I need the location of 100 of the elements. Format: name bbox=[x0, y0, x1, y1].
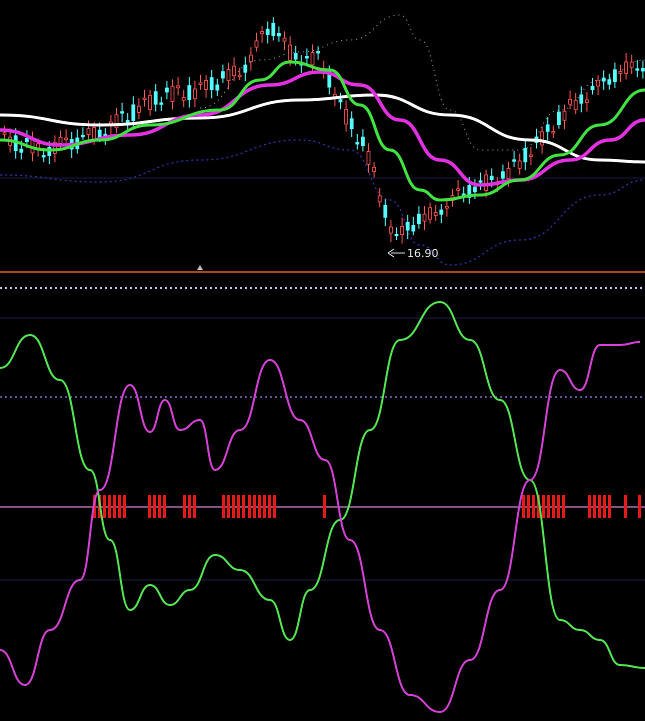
candlestick bbox=[305, 48, 309, 66]
signal-bar bbox=[103, 495, 106, 518]
candlestick bbox=[204, 74, 208, 98]
signal-bar bbox=[113, 495, 116, 518]
candlestick bbox=[81, 126, 85, 140]
candlestick bbox=[557, 104, 561, 130]
candlestick bbox=[372, 162, 376, 178]
signal-bar bbox=[193, 495, 196, 518]
signal-bar bbox=[273, 495, 276, 518]
signal-bar bbox=[537, 495, 540, 518]
candlestick bbox=[613, 62, 617, 89]
candlestick bbox=[512, 150, 516, 168]
signal-bar bbox=[598, 495, 601, 518]
candlestick bbox=[596, 74, 600, 96]
candlestick bbox=[148, 90, 152, 116]
signal-bar bbox=[153, 495, 156, 518]
candlestick bbox=[249, 46, 253, 72]
candlestick bbox=[618, 64, 622, 82]
candlestick bbox=[428, 202, 432, 224]
candlestick bbox=[193, 80, 197, 108]
signal-bar bbox=[624, 495, 627, 518]
candlestick bbox=[394, 227, 398, 240]
signal-bar bbox=[258, 495, 261, 518]
candlestick bbox=[232, 56, 236, 82]
candlestick bbox=[534, 128, 538, 149]
candlestick bbox=[53, 134, 57, 163]
candlestick bbox=[529, 146, 533, 166]
candlestick bbox=[422, 205, 426, 231]
signal-bar bbox=[562, 495, 565, 518]
candlestick bbox=[568, 90, 572, 110]
candlestick bbox=[58, 130, 62, 150]
signal-bar bbox=[232, 495, 235, 518]
candlestick bbox=[473, 178, 477, 200]
signal-bar bbox=[108, 495, 111, 518]
signal-bar bbox=[222, 495, 225, 518]
signal-bar bbox=[542, 495, 545, 518]
signal-bar bbox=[183, 495, 186, 518]
candlestick bbox=[585, 92, 589, 112]
candlestick bbox=[120, 102, 124, 123]
candlestick bbox=[221, 64, 225, 84]
candlestick bbox=[30, 131, 34, 162]
candlestick bbox=[540, 126, 544, 154]
candlestick bbox=[170, 78, 174, 110]
candlestick bbox=[310, 44, 314, 72]
candlestick bbox=[624, 52, 628, 80]
candlestick bbox=[417, 206, 421, 230]
signal-bar bbox=[527, 495, 530, 518]
signal-bar bbox=[588, 495, 591, 518]
candlestick bbox=[478, 172, 482, 191]
candlestick bbox=[590, 78, 594, 96]
candlestick bbox=[8, 128, 12, 154]
candlestick bbox=[36, 138, 40, 157]
price-label: 16.90 bbox=[407, 247, 438, 260]
candlestick bbox=[366, 142, 370, 174]
signal-bar bbox=[532, 495, 535, 518]
candlestick bbox=[165, 80, 169, 100]
signal-bar bbox=[603, 495, 606, 518]
signal-bar bbox=[93, 495, 96, 518]
candlestick bbox=[400, 217, 404, 244]
candlestick bbox=[226, 62, 230, 90]
signal-bar bbox=[163, 495, 166, 518]
signal-bar bbox=[323, 495, 326, 518]
candlestick bbox=[2, 125, 6, 142]
signal-bar bbox=[268, 495, 271, 518]
candlestick bbox=[25, 130, 29, 148]
candlestick bbox=[92, 122, 96, 146]
candlestick bbox=[562, 104, 566, 130]
candlestick bbox=[333, 86, 337, 107]
arrow-icon bbox=[388, 248, 406, 258]
candlestick bbox=[260, 26, 264, 44]
signal-bar bbox=[148, 495, 151, 518]
candlestick bbox=[109, 114, 113, 135]
signal-bar bbox=[593, 495, 596, 518]
candlestick bbox=[344, 100, 348, 132]
signal-bar bbox=[547, 495, 550, 518]
signal-bar bbox=[123, 495, 126, 518]
signal-bar bbox=[188, 495, 191, 518]
signal-bar bbox=[248, 495, 251, 518]
candlestick bbox=[142, 89, 146, 107]
candlestick bbox=[114, 107, 118, 134]
candlestick bbox=[389, 219, 393, 243]
signal-bar bbox=[237, 495, 240, 518]
candlestick bbox=[277, 26, 281, 42]
candlestick bbox=[282, 30, 286, 50]
candlestick bbox=[254, 32, 258, 52]
candlestick bbox=[137, 98, 141, 120]
candlestick bbox=[450, 188, 454, 208]
signal-bar bbox=[638, 495, 641, 518]
signal-bar bbox=[158, 495, 161, 518]
candlestick bbox=[176, 76, 180, 96]
triangle-marker-icon bbox=[197, 265, 203, 270]
candlestick bbox=[506, 161, 510, 188]
candlestick bbox=[484, 169, 488, 198]
signal-bar bbox=[557, 495, 560, 518]
signal-bar bbox=[227, 495, 230, 518]
candlestick bbox=[198, 74, 202, 90]
candlestick bbox=[641, 60, 645, 80]
signal-bar bbox=[253, 495, 256, 518]
signal-bar bbox=[522, 495, 525, 518]
candlestick bbox=[316, 46, 320, 60]
